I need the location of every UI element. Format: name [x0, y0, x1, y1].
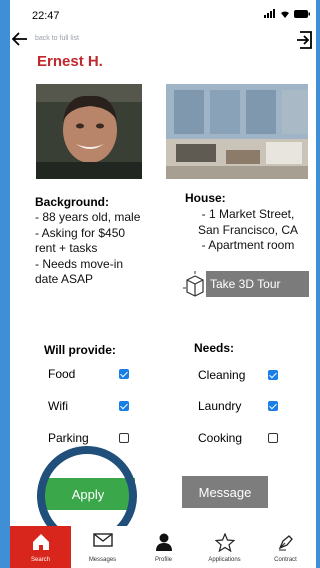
house-line: - 1 Market Street, [201, 207, 295, 221]
background-details: - 88 years old, male - Asking for $450 r… [35, 210, 185, 288]
pen-icon [278, 535, 293, 551]
parking-checkbox[interactable] [119, 433, 129, 443]
person-icon [155, 533, 172, 551]
needs-item-laundry: Laundry [198, 399, 242, 413]
provide-item-food: Food [48, 367, 76, 381]
status-bar: 22:47 [10, 0, 316, 28]
tab-label: Applications [208, 557, 241, 563]
background-line: - Needs move-in [35, 256, 124, 271]
background-line: date ASAP [35, 272, 94, 286]
status-time: 22:47 [32, 10, 60, 22]
provide-item-wifi: Wifi [48, 399, 68, 413]
cube-3d-icon [182, 270, 206, 298]
background-line: rent + tasks [35, 241, 98, 255]
needs-title: Needs: [194, 341, 235, 355]
tab-applications[interactable]: Applications [194, 526, 255, 568]
tab-label: Search [30, 557, 50, 563]
tab-search[interactable]: Search [10, 526, 71, 568]
signal-icon [264, 9, 275, 18]
message-button[interactable]: Message [182, 476, 268, 508]
will-provide-title: Will provide: [44, 343, 116, 357]
wifi-checkbox[interactable] [119, 401, 129, 411]
bottom-tab-bar: Search Messages Profile Applications Con… [10, 526, 316, 568]
exit-icon[interactable] [296, 30, 314, 50]
house-line: San Francisco, CA [197, 222, 299, 237]
house-photo [166, 84, 308, 179]
back-arrow-icon[interactable] [12, 32, 28, 46]
status-icons [264, 9, 310, 18]
battery-icon [294, 9, 310, 18]
house-details: - 1 Market Street, San Francisco, CA - A… [180, 207, 316, 254]
cleaning-checkbox[interactable] [268, 370, 278, 380]
background-line: - 88 years old, male [35, 210, 141, 224]
tab-label: Contract [274, 557, 297, 563]
envelope-icon [92, 533, 113, 547]
tab-label: Messages [88, 557, 117, 563]
cooking-checkbox[interactable] [268, 433, 278, 443]
home-icon [32, 534, 49, 550]
food-checkbox[interactable] [119, 369, 129, 379]
laundry-checkbox[interactable] [268, 401, 278, 411]
star-icon [214, 533, 235, 552]
house-line: - Apartment room [201, 238, 295, 252]
needs-item-cleaning: Cleaning [198, 368, 246, 382]
phone-screen: 22:47 back to full list Ernest H. Backgr… [10, 0, 316, 568]
provide-item-parking: Parking [48, 431, 89, 445]
background-title: Background: [35, 195, 110, 209]
person-name: Ernest H. [37, 53, 103, 70]
tab-profile[interactable]: Profile [133, 526, 194, 568]
needs-item-cooking: Cooking [198, 431, 243, 445]
tab-label: Profile [154, 557, 172, 563]
tab-contract[interactable]: Contract [255, 526, 316, 568]
house-title: House: [185, 191, 226, 205]
tab-messages[interactable]: Messages [72, 526, 133, 568]
take-3d-tour-label: Take 3D Tour [210, 277, 281, 291]
person-photo [36, 84, 142, 179]
back-row[interactable]: back to full list [10, 30, 316, 50]
back-link[interactable]: back to full list [35, 35, 79, 42]
background-line: - Asking for $450 [35, 225, 126, 240]
wifi-icon [281, 11, 289, 18]
